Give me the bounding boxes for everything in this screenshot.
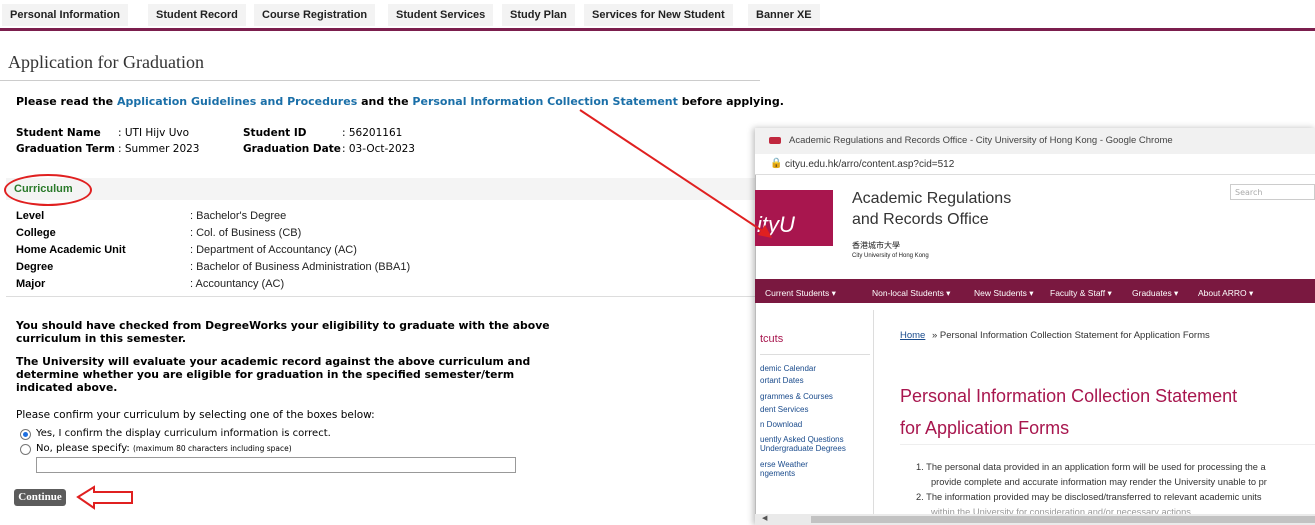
annotation-arrow-icon bbox=[579, 109, 772, 238]
annotation-layer bbox=[76, 109, 772, 510]
continue-pointer-arrow-icon bbox=[76, 485, 133, 510]
